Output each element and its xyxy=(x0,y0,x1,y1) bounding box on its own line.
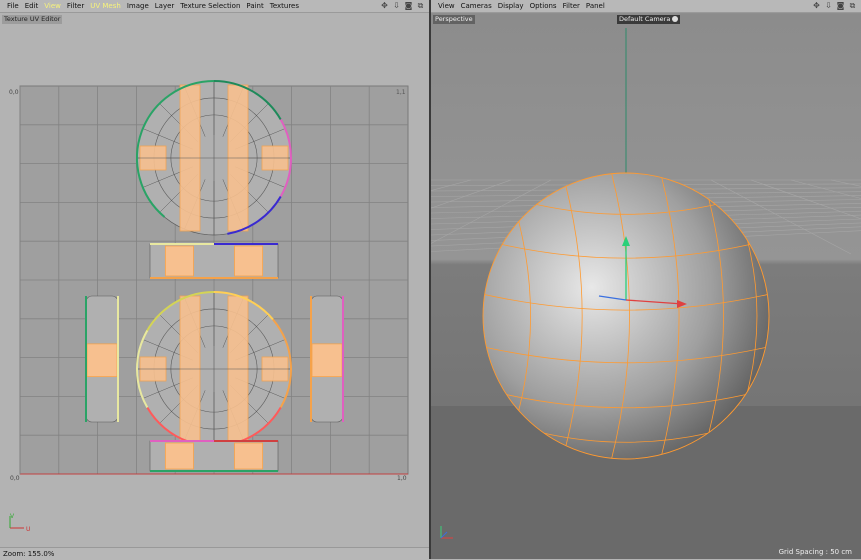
uv-island-mid-strip-band xyxy=(164,245,194,277)
uv-island-left-strip xyxy=(85,295,119,423)
uv-menu-file[interactable]: File xyxy=(4,1,22,11)
uv-corner-bottom-left: 0,0 xyxy=(10,475,20,482)
perspective-viewport[interactable] xyxy=(431,14,861,559)
uv-island-bottom-strip xyxy=(149,440,279,472)
vp-menu-panel[interactable]: Panel xyxy=(583,1,608,11)
uv-menu-layer[interactable]: Layer xyxy=(152,1,178,11)
uv-menu-textures[interactable]: Textures xyxy=(267,1,302,11)
uv-island-top xyxy=(136,80,292,236)
uv-island-bottom-strip-band xyxy=(164,442,194,470)
camera-selector[interactable]: Default Camera xyxy=(617,15,681,24)
uv-menu-edit[interactable]: Edit xyxy=(22,1,42,11)
vp-menu-display[interactable]: Display xyxy=(495,1,527,11)
move-icon[interactable]: ✥ xyxy=(812,1,821,10)
uv-canvas[interactable] xyxy=(0,14,429,547)
viewport-title: Perspective xyxy=(433,15,475,24)
down-arrow-icon[interactable]: ⇩ xyxy=(824,1,833,10)
status-bar: Zoom: 155.0% xyxy=(0,547,429,560)
camera-icon[interactable]: ◙ xyxy=(836,1,845,10)
uv-menu-uv-mesh[interactable]: UV Mesh xyxy=(87,1,124,11)
uv-corner-top-left: 0,0 xyxy=(9,89,19,96)
down-arrow-icon[interactable]: ⇩ xyxy=(392,1,401,10)
uv-island-mid-strip xyxy=(149,243,279,279)
v-axis-label: V xyxy=(10,513,15,520)
camera-name: Default Camera xyxy=(619,15,671,23)
uv-island-bottom xyxy=(136,291,292,447)
uv-island-left-strip-band xyxy=(86,343,118,378)
uv-editor-pane: File Edit View Filter UV Mesh Image Layer Textu… xyxy=(0,0,429,560)
grid-spacing-readout: Grid Spacing : 50 cm xyxy=(775,547,855,557)
vp-menu-cameras[interactable]: Cameras xyxy=(458,1,495,11)
vp-menu-view[interactable]: View xyxy=(435,1,458,11)
maximize-icon[interactable]: ⧉ xyxy=(416,1,425,10)
camera-icon[interactable]: ◙ xyxy=(404,1,413,10)
uv-corner-bottom-right: 1,0 xyxy=(397,475,407,482)
uv-menu-image[interactable]: Image xyxy=(124,1,152,11)
viewport-pane: View Cameras Display Options Filter Panel ✥ ⇩… xyxy=(431,0,861,559)
uv-menu-texture-selection[interactable]: Texture Selection xyxy=(177,1,243,11)
camera-dot-icon xyxy=(672,16,679,22)
uv-menu-filter[interactable]: Filter xyxy=(64,1,87,11)
zoom-readout: Zoom: 155.0% xyxy=(3,550,55,558)
uv-menu-paint[interactable]: Paint xyxy=(243,1,266,11)
maximize-icon[interactable]: ⧉ xyxy=(848,1,857,10)
sphere xyxy=(483,173,769,459)
uv-menu-view[interactable]: View xyxy=(41,1,64,11)
viewport-menubar: View Cameras Display Options Filter Panel ✥ ⇩… xyxy=(431,0,861,13)
uv-editor-menubar: File Edit View Filter UV Mesh Image Layer Textu… xyxy=(0,0,429,13)
uv-island-mid-strip-band xyxy=(234,245,264,277)
uv-island-bottom-strip-band xyxy=(234,442,264,470)
vp-menu-options[interactable]: Options xyxy=(527,1,560,11)
uv-corner-top-right: 1,1 xyxy=(396,89,406,96)
uv-island-right-strip xyxy=(310,295,344,423)
uv-island-right-strip-band xyxy=(311,343,343,378)
vp-menu-filter[interactable]: Filter xyxy=(560,1,583,11)
move-icon[interactable]: ✥ xyxy=(380,1,389,10)
u-axis-label: U xyxy=(26,526,31,533)
